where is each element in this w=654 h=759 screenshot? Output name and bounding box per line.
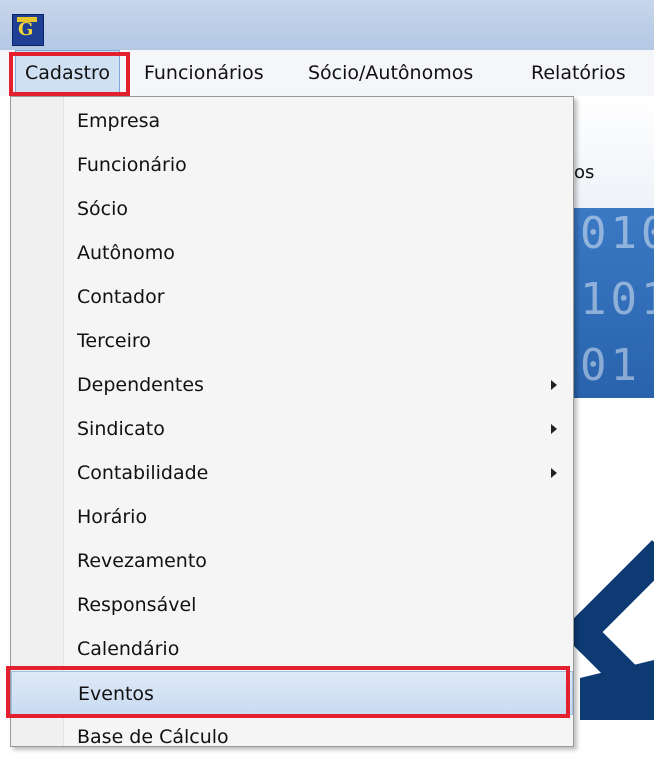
app-logo-icon[interactable]: G	[12, 14, 44, 46]
menu-item-terceiro[interactable]: Terceiro	[11, 319, 573, 363]
toolbar-strip	[570, 96, 654, 208]
menu-item-horario[interactable]: Horário	[11, 495, 573, 539]
menu-funcionarios[interactable]: Funcionários	[144, 50, 264, 96]
banner-line-1: 010	[580, 208, 654, 259]
menu-item-empresa[interactable]: Empresa	[11, 99, 573, 143]
menu-item-dependentes[interactable]: Dependentes	[11, 363, 573, 407]
menu-item-label: Horário	[77, 506, 148, 528]
menu-item-label: Dependentes	[77, 374, 204, 396]
menu-item-label: Calendário	[77, 638, 180, 660]
highlight-box-cadastro	[9, 52, 130, 96]
menu-item-contador[interactable]: Contador	[11, 275, 573, 319]
menu-item-label: Base de Cálculo	[77, 726, 229, 748]
cadastro-dropdown-menu: Empresa Funcionário Sócio Autônomo Conta…	[10, 96, 574, 748]
menu-item-label: Empresa	[77, 110, 161, 132]
menu-item-autonomo[interactable]: Autônomo	[11, 231, 573, 275]
menu-socio-autonomos[interactable]: Sócio/Autônomos	[308, 50, 473, 96]
menu-item-label: Sindicato	[77, 418, 165, 440]
banner-line-2: 101	[580, 274, 654, 325]
menu-item-label: Sócio	[77, 198, 129, 220]
highlight-box-eventos	[6, 666, 570, 718]
menu-item-label: Autônomo	[77, 242, 175, 264]
menu-item-label: Contabilidade	[77, 462, 209, 484]
banner-line-3: 01	[580, 340, 641, 391]
menu-item-label: Contador	[77, 286, 165, 308]
menu-item-label: Responsável	[77, 594, 197, 616]
menu-item-responsavel[interactable]: Responsável	[11, 583, 573, 627]
menu-item-sindicato[interactable]: Sindicato	[11, 407, 573, 451]
submenu-arrow-icon	[551, 380, 557, 390]
menu-item-label: Funcionário	[77, 154, 187, 176]
menu-item-revezamento[interactable]: Revezamento	[11, 539, 573, 583]
title-bar: G	[0, 0, 654, 50]
menu-item-funcionario[interactable]: Funcionário	[11, 143, 573, 187]
menu-item-contabilidade[interactable]: Contabilidade	[11, 451, 573, 495]
submenu-arrow-icon	[551, 468, 557, 478]
menu-item-socio[interactable]: Sócio	[11, 187, 573, 231]
menu-relatorios[interactable]: Relatórios	[531, 50, 626, 96]
menu-item-base-de-calculo[interactable]: Base de Cálculo	[11, 715, 573, 759]
toolbar-partial-label: os	[574, 162, 595, 183]
banner-image: 010 101 01	[570, 208, 654, 398]
menu-item-label: Terceiro	[77, 330, 151, 352]
submenu-arrow-icon	[551, 424, 557, 434]
app-logo-letter: G	[18, 19, 34, 40]
menu-item-label: Revezamento	[77, 550, 207, 572]
menu-item-calendario[interactable]: Calendário	[11, 627, 573, 671]
